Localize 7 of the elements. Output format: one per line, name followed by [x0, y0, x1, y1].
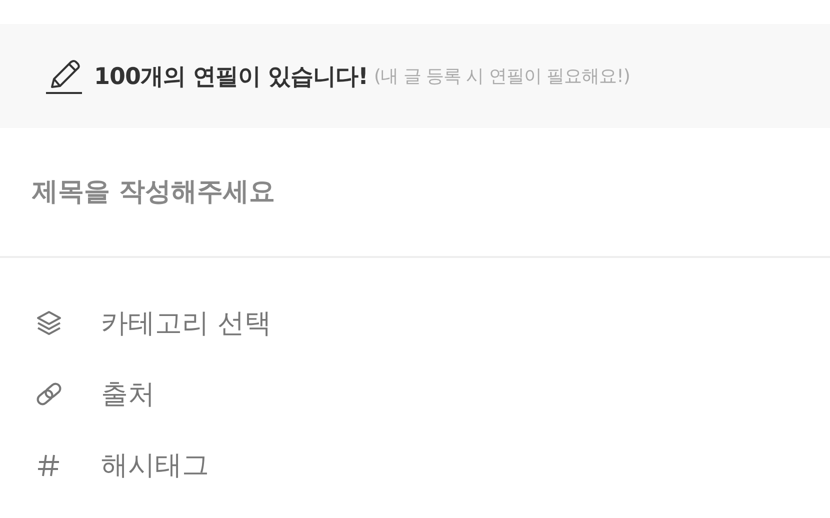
pencil-note: (내 글 등록 시 연필이 필요해요!): [374, 65, 630, 88]
option-item[interactable]: 해시태그: [101, 446, 209, 482]
pencil-icon: [44, 59, 84, 95]
option-item[interactable]: 출처: [101, 376, 155, 412]
title-input-field[interactable]: 제목을 작성해주세요: [32, 177, 632, 207]
pencil-count-message: 100개의 연필이 있습니다!: [94, 62, 368, 92]
option-item[interactable]: 카테고리 선택: [101, 304, 272, 340]
